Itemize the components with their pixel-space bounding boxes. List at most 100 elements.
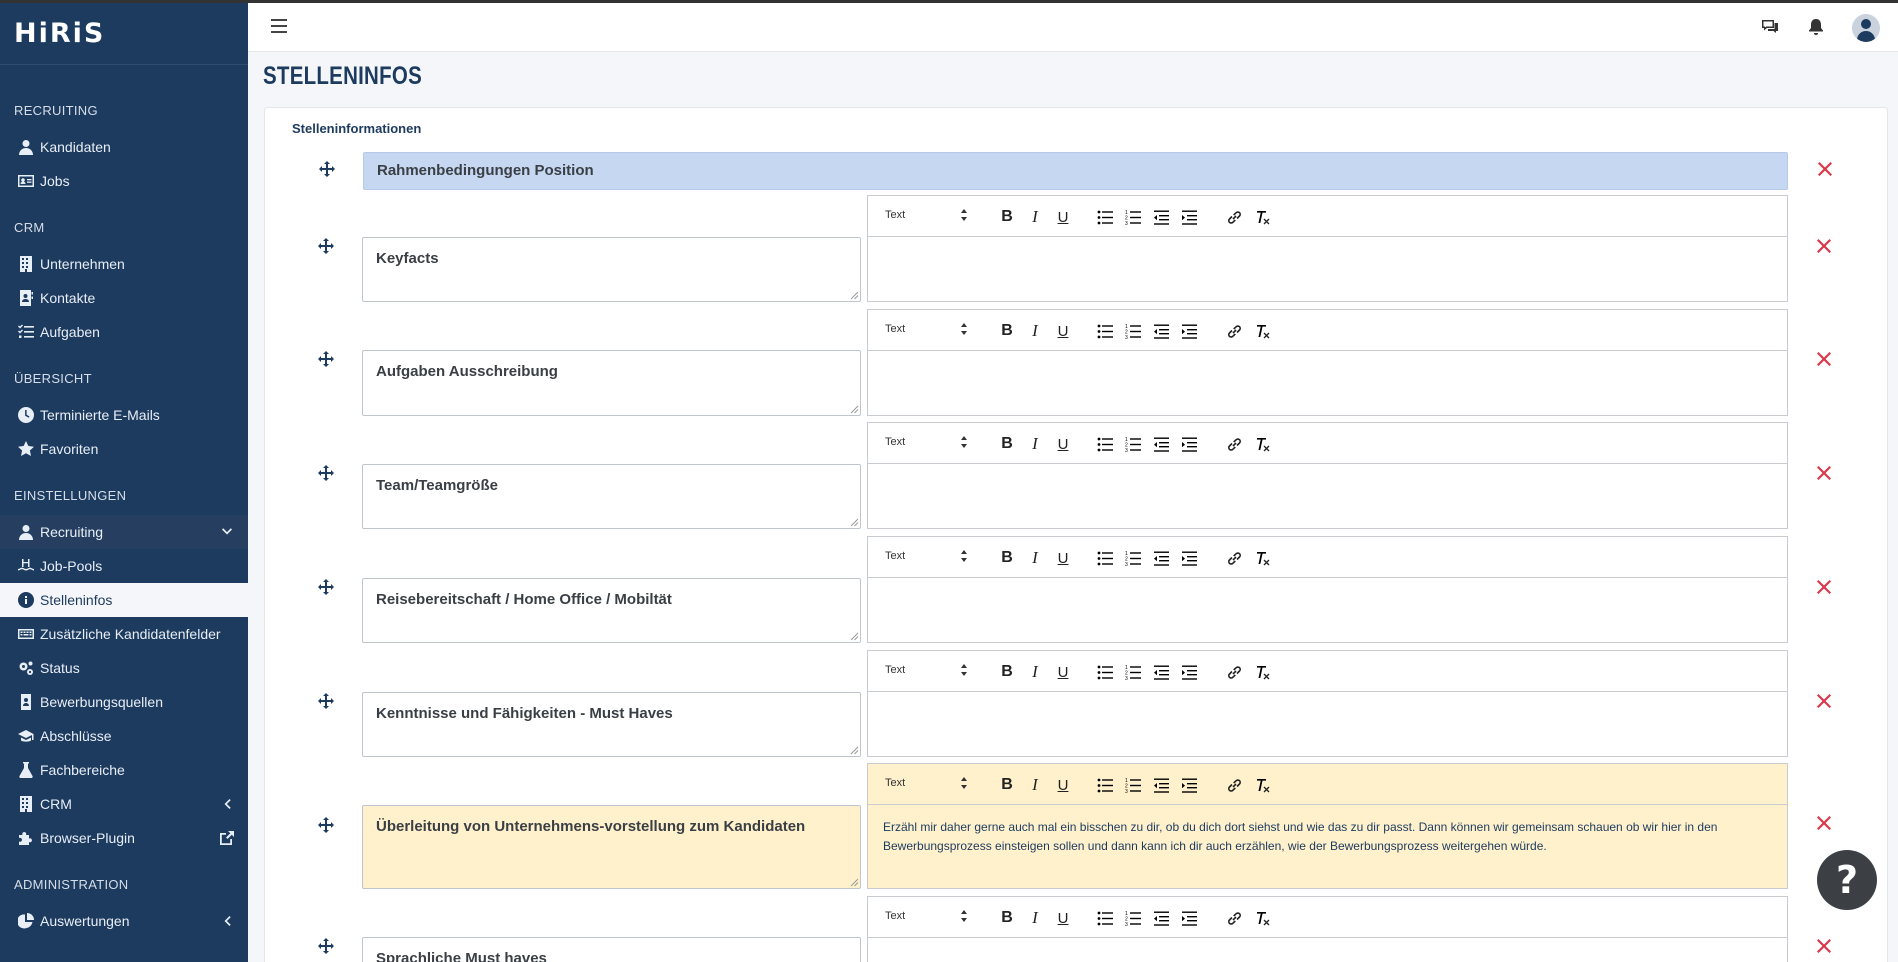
- editor-content[interactable]: [868, 351, 1787, 377]
- numbered-list-icon[interactable]: 123: [1124, 663, 1142, 681]
- outdent-icon[interactable]: [1152, 435, 1170, 453]
- move-icon[interactable]: [318, 693, 334, 709]
- clear-format-icon[interactable]: [1253, 208, 1271, 226]
- underline-icon[interactable]: U: [1054, 435, 1072, 453]
- indent-icon[interactable]: [1180, 549, 1198, 567]
- move-icon[interactable]: [318, 579, 334, 595]
- underline-icon[interactable]: U: [1054, 909, 1072, 927]
- italic-icon[interactable]: I: [1026, 662, 1044, 681]
- outdent-icon[interactable]: [1152, 909, 1170, 927]
- move-icon[interactable]: [318, 817, 334, 833]
- bullet-list-icon[interactable]: [1096, 208, 1114, 226]
- editor-content[interactable]: [868, 578, 1787, 604]
- clear-format-icon[interactable]: [1253, 776, 1271, 794]
- resize-grip-icon[interactable]: [850, 518, 859, 527]
- chat-icon[interactable]: [1760, 17, 1780, 37]
- app-logo[interactable]: HiRiS: [0, 3, 248, 65]
- indent-icon[interactable]: [1180, 663, 1198, 681]
- delete-icon[interactable]: [1817, 161, 1833, 177]
- rich-text-editor[interactable]: Text BIU 123: [867, 422, 1788, 529]
- delete-icon[interactable]: [1816, 351, 1832, 367]
- sidebar-item-crm-settings[interactable]: CRM: [0, 787, 248, 821]
- italic-icon[interactable]: I: [1026, 548, 1044, 567]
- bullet-list-icon[interactable]: [1096, 909, 1114, 927]
- indent-icon[interactable]: [1180, 776, 1198, 794]
- delete-icon[interactable]: [1816, 815, 1832, 831]
- move-icon[interactable]: [318, 938, 334, 954]
- italic-icon[interactable]: I: [1026, 908, 1044, 927]
- link-icon[interactable]: [1225, 909, 1243, 927]
- bullet-list-icon[interactable]: [1096, 663, 1114, 681]
- italic-icon[interactable]: I: [1026, 775, 1044, 794]
- sidebar-item-stelleninfos[interactable]: Stelleninfos: [0, 583, 248, 617]
- link-icon[interactable]: [1225, 549, 1243, 567]
- resize-grip-icon[interactable]: [850, 746, 859, 755]
- numbered-list-icon[interactable]: 123: [1124, 208, 1142, 226]
- editor-content[interactable]: [868, 938, 1787, 962]
- editor-content[interactable]: [868, 237, 1787, 263]
- editor-content[interactable]: Erzähl mir daher gerne auch mal ein biss…: [868, 805, 1787, 869]
- outdent-icon[interactable]: [1152, 322, 1170, 340]
- editor-content[interactable]: [868, 464, 1787, 490]
- rich-text-editor[interactable]: Text BIU 123: [867, 896, 1788, 962]
- move-icon[interactable]: [318, 351, 334, 367]
- link-icon[interactable]: [1225, 322, 1243, 340]
- clear-format-icon[interactable]: [1253, 435, 1271, 453]
- row-label-field[interactable]: Überleitung von Unternehmens-vorstellung…: [362, 805, 861, 889]
- link-icon[interactable]: [1225, 663, 1243, 681]
- sidebar-item-jobs[interactable]: Jobs: [0, 164, 248, 198]
- bell-icon[interactable]: [1806, 17, 1826, 37]
- row-label-field[interactable]: Keyfacts: [362, 237, 861, 302]
- numbered-list-icon[interactable]: 123: [1124, 549, 1142, 567]
- italic-icon[interactable]: I: [1026, 207, 1044, 226]
- link-icon[interactable]: [1225, 776, 1243, 794]
- sidebar-item-status[interactable]: Status: [0, 651, 248, 685]
- numbered-list-icon[interactable]: 123: [1124, 776, 1142, 794]
- bold-icon[interactable]: B: [998, 208, 1016, 226]
- bullet-list-icon[interactable]: [1096, 776, 1114, 794]
- clear-format-icon[interactable]: [1253, 322, 1271, 340]
- delete-icon[interactable]: [1816, 238, 1832, 254]
- format-select[interactable]: Text: [885, 436, 905, 448]
- clear-format-icon[interactable]: [1253, 663, 1271, 681]
- indent-icon[interactable]: [1180, 909, 1198, 927]
- delete-icon[interactable]: [1816, 465, 1832, 481]
- bold-icon[interactable]: B: [998, 776, 1016, 794]
- format-select[interactable]: Text: [885, 777, 905, 789]
- row-label-field[interactable]: Kenntnisse und Fähigkeiten - Must Haves: [362, 692, 861, 757]
- underline-icon[interactable]: U: [1054, 663, 1072, 681]
- rich-text-editor[interactable]: Text BIU 123 Erzähl mir daher gerne auch …: [867, 763, 1788, 889]
- sidebar-item-job-pools[interactable]: Job-Pools: [0, 549, 248, 583]
- move-icon[interactable]: [319, 161, 335, 177]
- delete-icon[interactable]: [1816, 693, 1832, 709]
- section-header-row[interactable]: Rahmenbedingungen Position: [363, 152, 1788, 190]
- resize-grip-icon[interactable]: [850, 632, 859, 641]
- outdent-icon[interactable]: [1152, 776, 1170, 794]
- bold-icon[interactable]: B: [998, 549, 1016, 567]
- sidebar-item-aufgaben[interactable]: Aufgaben: [0, 315, 248, 349]
- numbered-list-icon[interactable]: 123: [1124, 435, 1142, 453]
- sidebar-item-recruiting[interactable]: Recruiting: [0, 515, 248, 549]
- clear-format-icon[interactable]: [1253, 909, 1271, 927]
- sidebar-item-bewerbungsquellen[interactable]: Bewerbungsquellen: [0, 685, 248, 719]
- rich-text-editor[interactable]: Text BIU 123: [867, 309, 1788, 416]
- rich-text-editor[interactable]: Text BIU 123: [867, 536, 1788, 643]
- row-label-field[interactable]: Aufgaben Ausschreibung: [362, 350, 861, 416]
- move-icon[interactable]: [318, 465, 334, 481]
- outdent-icon[interactable]: [1152, 663, 1170, 681]
- italic-icon[interactable]: I: [1026, 321, 1044, 340]
- clear-format-icon[interactable]: [1253, 549, 1271, 567]
- bullet-list-icon[interactable]: [1096, 549, 1114, 567]
- hamburger-icon[interactable]: [271, 19, 287, 33]
- format-select[interactable]: Text: [885, 550, 905, 562]
- outdent-icon[interactable]: [1152, 208, 1170, 226]
- row-label-field[interactable]: Team/Teamgröße: [362, 464, 861, 529]
- underline-icon[interactable]: U: [1054, 322, 1072, 340]
- format-select[interactable]: Text: [885, 664, 905, 676]
- delete-icon[interactable]: [1816, 579, 1832, 595]
- sidebar-item-abschluesse[interactable]: Abschlüsse: [0, 719, 248, 753]
- sidebar-item-terminierte-emails[interactable]: Terminierte E-Mails: [0, 398, 248, 432]
- help-button[interactable]: ?: [1817, 850, 1877, 910]
- row-label-field[interactable]: Reisebereitschaft / Home Office / Mobilt…: [362, 578, 861, 643]
- bullet-list-icon[interactable]: [1096, 435, 1114, 453]
